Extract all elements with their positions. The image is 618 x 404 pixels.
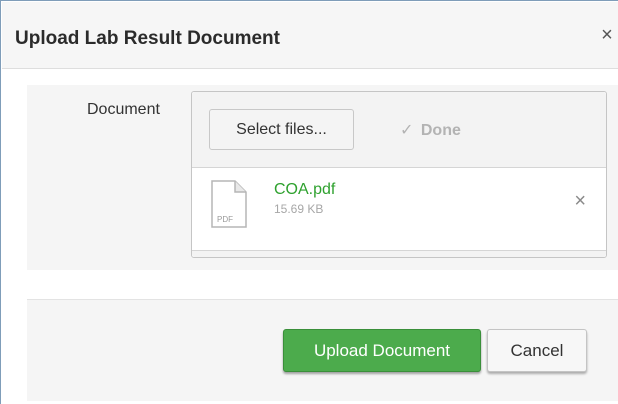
file-size: 15.69 KB — [274, 202, 324, 216]
dialog-title: Upload Lab Result Document — [15, 28, 280, 49]
dialog-titlebar: Upload Lab Result Document × — [2, 2, 618, 69]
cancel-button[interactable]: Cancel — [487, 329, 587, 372]
uploaded-file-item: PDF COA.pdf 15.69 KB × — [192, 168, 606, 250]
close-icon[interactable]: × — [597, 24, 617, 47]
pdf-file-icon: PDF — [211, 180, 247, 228]
file-upload-widget: Select files... ✓ Done PDF COA.pdf 15.69… — [191, 91, 607, 258]
file-name: COA.pdf — [274, 181, 336, 198]
remove-file-icon[interactable]: × — [574, 190, 586, 213]
upload-widget-footer — [192, 250, 606, 257]
file-type-label: PDF — [217, 215, 233, 224]
document-label: Document — [87, 101, 160, 118]
upload-document-button[interactable]: Upload Document — [283, 329, 481, 372]
upload-done-status: ✓ Done — [400, 120, 461, 140]
check-icon: ✓ — [400, 122, 414, 139]
done-label: Done — [420, 122, 461, 139]
select-files-button[interactable]: Select files... — [209, 109, 354, 150]
upload-toolbar: Select files... ✓ Done — [192, 92, 606, 168]
upload-lab-result-dialog: Upload Lab Result Document × Document Se… — [0, 0, 618, 404]
